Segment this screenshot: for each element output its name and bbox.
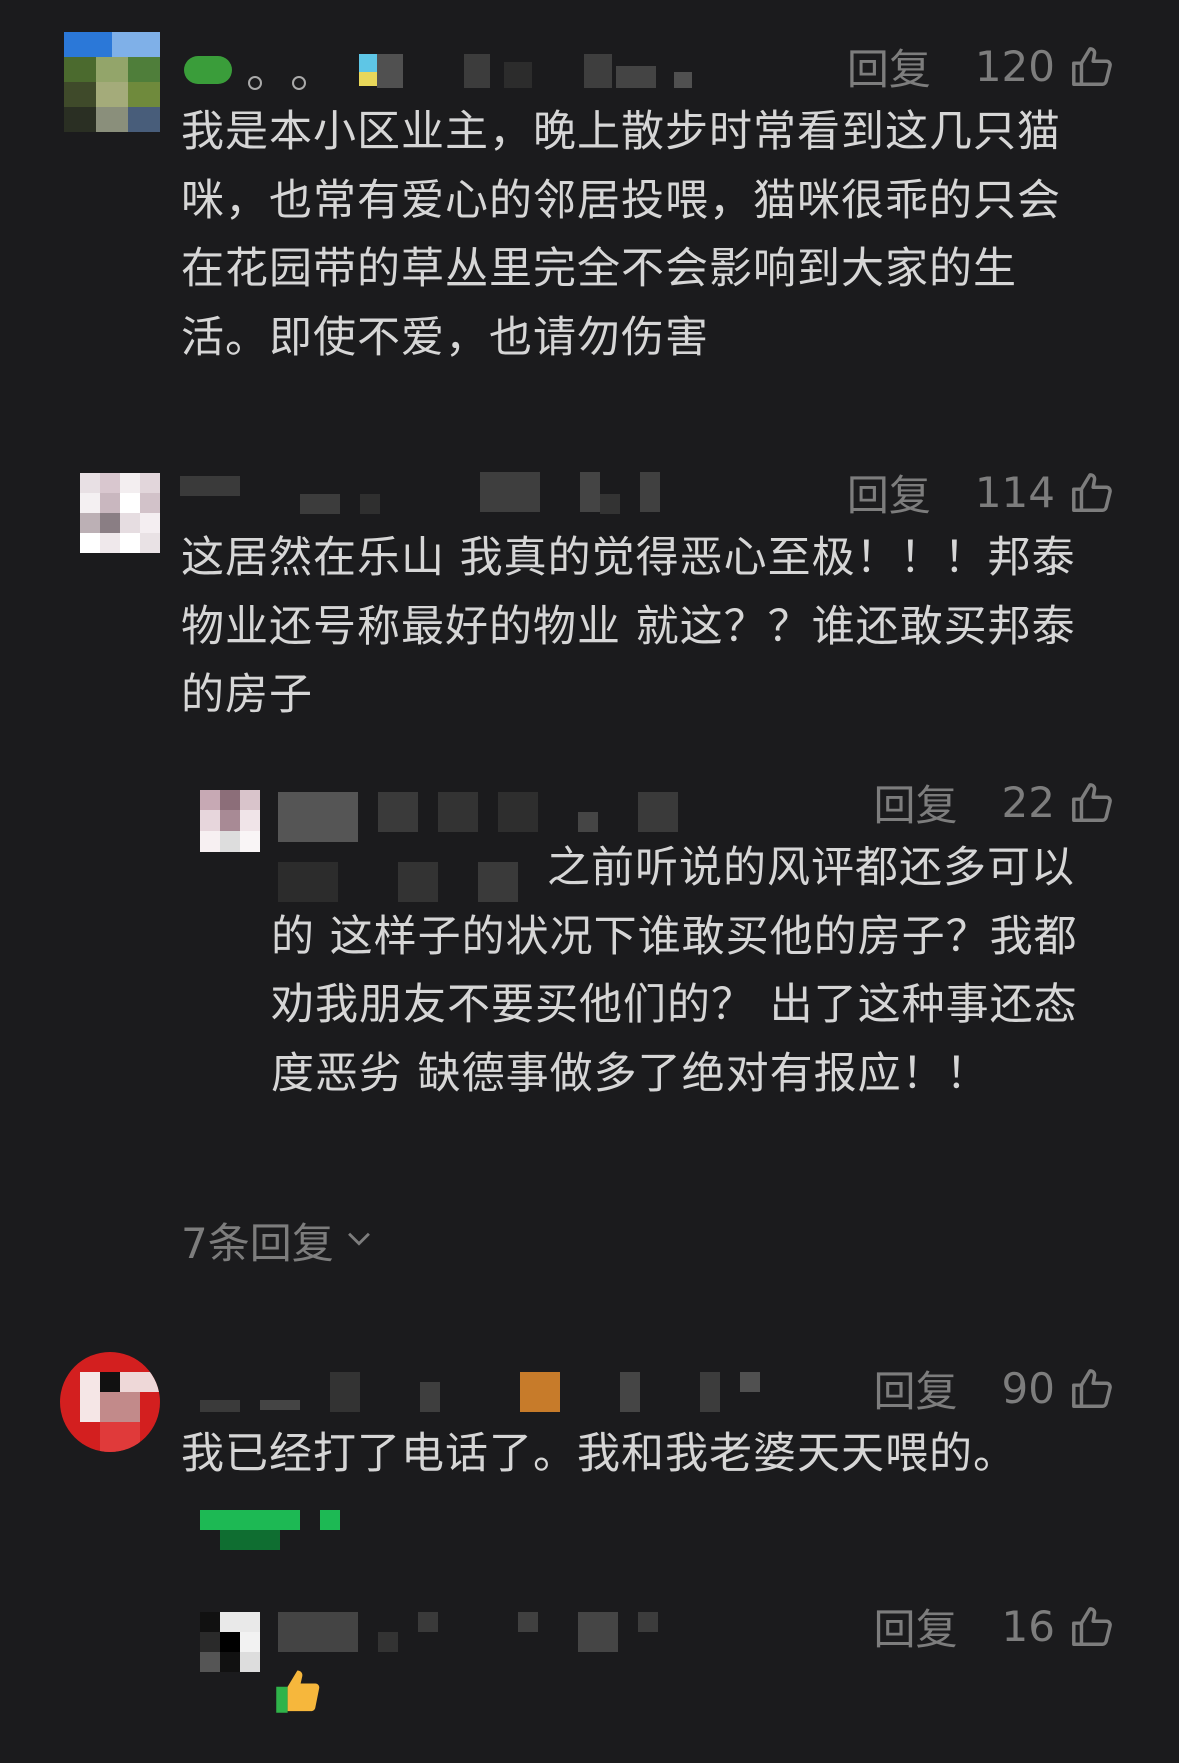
reply-button[interactable]: 回复 [874, 772, 958, 833]
avatar[interactable] [80, 473, 160, 553]
reply-text: 之前听说的风评都还多可以的 这样子的状况下谁敢买他的房子？我都劝我朋友不要买他们… [271, 843, 1078, 1099]
more-replies-link[interactable]: 7条回复 [181, 1210, 376, 1271]
like-count: 90 [1001, 1364, 1055, 1413]
like-count: 22 [1001, 778, 1055, 827]
comment-actions: 回复 114 [847, 462, 1115, 523]
reply-avatar[interactable] [200, 790, 260, 852]
chevron-down-icon [334, 1216, 376, 1265]
avatar[interactable] [60, 1352, 160, 1452]
thumbs-up-outline-icon[interactable] [1069, 1366, 1115, 1412]
reply-actions: 回复 22 [874, 772, 1115, 833]
comment-text: 我已经打了电话了。我和我老婆天天喂的。 [181, 1429, 1017, 1479]
username-blurred[interactable] [184, 48, 704, 92]
reply-avatar[interactable] [200, 1612, 260, 1672]
more-replies-label: 7条回复 [181, 1219, 334, 1268]
thumbs-up-outline-icon[interactable] [1069, 44, 1115, 90]
comment-text: 这居然在乐山 我真的觉得恶心至极！！！邦泰物业还号称最好的物业 就这？？谁还敢买… [181, 533, 1076, 720]
reply-button[interactable]: 回复 [874, 1358, 958, 1419]
sticker-blurred [200, 1510, 360, 1550]
reply-actions: 回复 16 [874, 1596, 1115, 1657]
thumbs-up-emoji-icon [272, 1664, 326, 1716]
like-count: 120 [974, 42, 1055, 91]
username-blurred[interactable] [180, 472, 680, 516]
username-blurred[interactable] [200, 1372, 760, 1416]
like-count: 16 [1001, 1602, 1055, 1651]
avatar[interactable] [64, 32, 160, 132]
comment-actions: 回复 120 [847, 36, 1115, 97]
like-count: 114 [974, 468, 1055, 517]
comment-1: 回复 120 我是本小区业主，晚上散步时常看到这几只猫咪，也常有爱心的邻居投喂，… [0, 0, 1179, 380]
reply-username-blurred[interactable] [278, 1612, 678, 1656]
reply-button[interactable]: 回复 [847, 462, 931, 523]
comment-actions: 回复 90 [874, 1358, 1115, 1419]
comment-text: 我是本小区业主，晚上散步时常看到这几只猫咪，也常有爱心的邻居投喂，猫咪很乖的只会… [181, 107, 1061, 363]
thumbs-up-outline-icon[interactable] [1069, 780, 1115, 826]
thumbs-up-outline-icon[interactable] [1069, 1604, 1115, 1650]
reply-button[interactable]: 回复 [874, 1596, 958, 1657]
reply-button[interactable]: 回复 [847, 36, 931, 97]
thumbs-up-outline-icon[interactable] [1069, 470, 1115, 516]
